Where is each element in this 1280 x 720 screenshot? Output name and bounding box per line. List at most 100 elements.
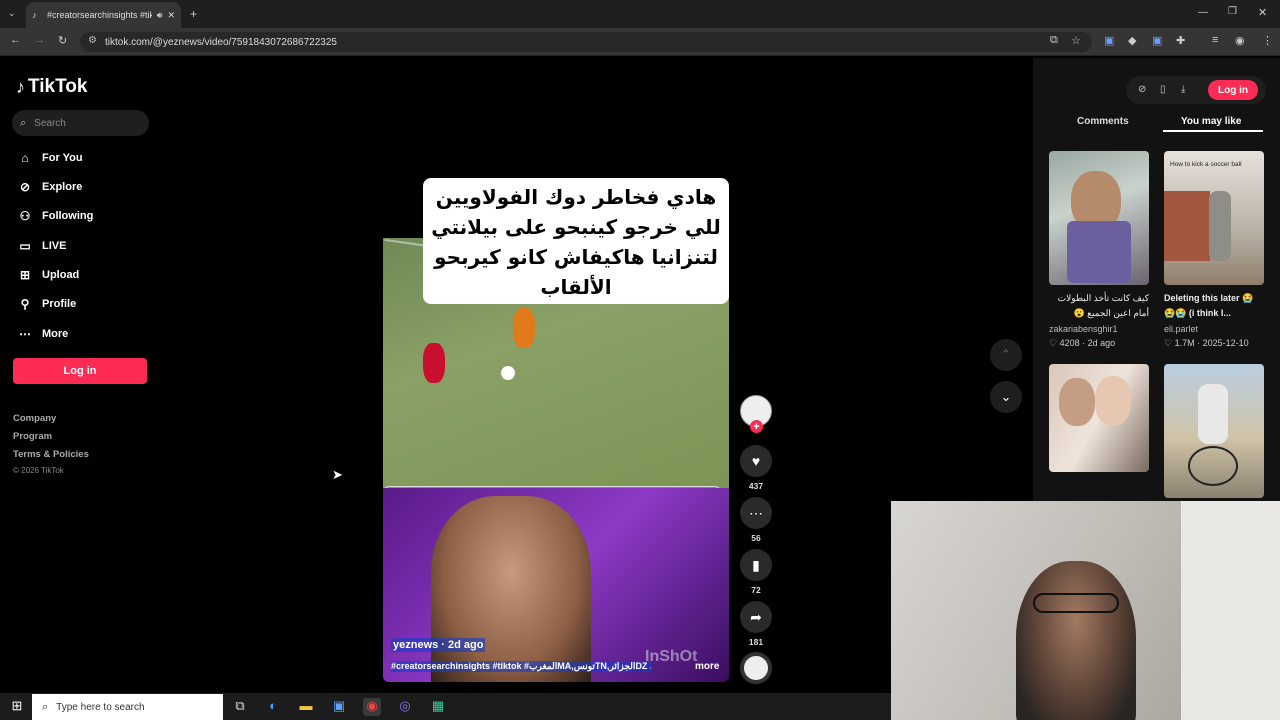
- translate-extension-icon[interactable]: ▣: [1104, 34, 1114, 47]
- site-info-icon[interactable]: ⚙: [88, 35, 97, 46]
- chrome-icon[interactable]: ◉: [363, 698, 381, 716]
- nav-item-live[interactable]: ▭ LIVE: [16, 239, 66, 253]
- soccer-ball: [501, 366, 515, 380]
- player-red: [423, 343, 445, 383]
- video-caption-overlay: هادي فخاطر دوك الفولاويين للي خرجو كينبح…: [423, 178, 729, 304]
- nav-item-upload[interactable]: ⊞ Upload: [16, 268, 79, 282]
- nav-label: Explore: [42, 181, 83, 193]
- comment-icon[interactable]: ⋯: [740, 497, 772, 529]
- install-icon[interactable]: ⧉: [1050, 34, 1058, 47]
- screenshot-extension-icon[interactable]: ▣: [1152, 34, 1162, 47]
- minimize-icon[interactable]: —: [1198, 7, 1208, 18]
- card-date: 2d ago: [1087, 338, 1116, 348]
- scroll-down-icon[interactable]: ⌄: [990, 381, 1022, 413]
- thumbnail-inset: [1067, 221, 1131, 283]
- video-thumbnail[interactable]: [1049, 364, 1149, 472]
- video-thumbnail[interactable]: [1164, 364, 1264, 498]
- download-icon[interactable]: ⤓: [1181, 84, 1185, 95]
- music-disc-icon[interactable]: [740, 652, 772, 684]
- thumbnail-person: [1209, 191, 1231, 261]
- tiktok-favicon-icon: ♪: [32, 10, 37, 20]
- profile-icon: ⚲: [20, 297, 30, 311]
- card-username[interactable]: eli.parlet: [1164, 324, 1198, 334]
- task-view-icon[interactable]: ⧉: [231, 698, 249, 716]
- bookmark-star-icon[interactable]: ☆: [1071, 34, 1081, 47]
- logo-text: TikTok: [28, 76, 88, 97]
- tab-comments[interactable]: Comments: [1077, 116, 1129, 127]
- follow-plus-icon[interactable]: +: [750, 420, 763, 433]
- close-window-icon[interactable]: ✕: [1258, 6, 1267, 19]
- windows-start-icon[interactable]: ⊞: [8, 698, 26, 716]
- close-tab-icon[interactable]: ✕: [167, 10, 175, 21]
- footer-link-program[interactable]: Program: [13, 431, 52, 442]
- file-explorer-icon[interactable]: ▬: [297, 698, 315, 716]
- home-icon: ⌂: [21, 151, 29, 165]
- app-icon[interactable]: ▦: [429, 698, 447, 716]
- thumbnail-brick-wall: [1164, 191, 1210, 261]
- thumbnail-face: [1059, 378, 1095, 426]
- nav-item-following[interactable]: ⚇ Following: [16, 209, 94, 223]
- address-bar[interactable]: ⚙ tiktok.com/@yeznews/video/759184307268…: [80, 32, 1092, 52]
- webcam-headphones: [1033, 593, 1119, 613]
- more-link[interactable]: more: [695, 661, 719, 672]
- video-thumbnail[interactable]: How to kick a soccer ball: [1164, 151, 1264, 285]
- nav-item-more[interactable]: ⋯ More: [16, 327, 68, 341]
- card-meta: ♡ 4208 · 2d ago: [1049, 338, 1115, 349]
- nav-label: LIVE: [42, 240, 67, 252]
- discord-icon[interactable]: ◎: [396, 698, 414, 716]
- reload-icon[interactable]: ↻: [58, 34, 67, 47]
- browser-menu-icon[interactable]: ⋮: [1262, 34, 1273, 47]
- share-arrow-icon[interactable]: ➦: [740, 601, 772, 633]
- nav-item-for-you[interactable]: ⌂ For You: [16, 151, 82, 165]
- card-username[interactable]: zakariabensghir1: [1049, 324, 1118, 334]
- mobile-app-icon[interactable]: ▯: [1160, 84, 1166, 95]
- media-controls-icon[interactable]: ≡: [1212, 34, 1218, 46]
- active-tab-indicator: [1163, 130, 1263, 132]
- footer-link-terms[interactable]: Terms & Policies: [13, 449, 89, 460]
- nav-item-explore[interactable]: ⊘ Explore: [16, 180, 82, 194]
- profile-avatar-icon[interactable]: ◉: [1235, 34, 1245, 47]
- nav-label: More: [42, 328, 69, 340]
- bookmark-icon[interactable]: ▮: [740, 549, 772, 581]
- search-input[interactable]: ⌕ Search: [12, 110, 149, 136]
- footer-link-company[interactable]: Company: [13, 413, 56, 424]
- edge-icon[interactable]: ◐: [264, 698, 282, 716]
- taskbar-search-input[interactable]: ⌕ Type here to search: [32, 694, 223, 720]
- video-thumbnail[interactable]: [1049, 151, 1149, 285]
- video-author[interactable]: yeznews · 2d ago: [391, 638, 486, 652]
- thumbnail-face: [1095, 376, 1131, 426]
- tab-you-may-like[interactable]: You may like: [1181, 116, 1241, 127]
- nav-label: Profile: [42, 298, 77, 310]
- coins-icon[interactable]: ⊘: [1138, 84, 1146, 95]
- forward-icon[interactable]: →: [34, 34, 45, 46]
- comment-count: 56: [751, 533, 761, 543]
- thumbnail-person: [1198, 384, 1228, 444]
- nav-item-profile[interactable]: ⚲ Profile: [16, 297, 77, 311]
- interview-clip: InShOt: [383, 488, 729, 682]
- back-icon[interactable]: ←: [10, 34, 21, 46]
- tab-list-icon[interactable]: ⌄: [8, 8, 16, 19]
- sidebar-login-button[interactable]: Log in: [13, 358, 147, 384]
- speaker-icon[interactable]: 🔊︎: [157, 10, 163, 21]
- new-tab-icon[interactable]: +: [190, 7, 197, 21]
- webcam-overlay: [891, 501, 1280, 720]
- search-icon: ⌕: [20, 116, 27, 129]
- scroll-up-icon[interactable]: ⌃: [990, 339, 1022, 371]
- browser-tab[interactable]: ♪ #creatorsearchinsights #tikt 🔊︎ ✕: [26, 2, 181, 28]
- video-player[interactable]: InShOt هادي فخاطر دوك الفولاويين للي خرج…: [383, 76, 729, 682]
- card-title[interactable]: كيف كانت تأخذ البطولات أمام اعين الجميع …: [1049, 291, 1149, 321]
- like-heart-icon[interactable]: ♥: [740, 445, 772, 477]
- mouse-cursor-icon: ➤: [332, 467, 343, 482]
- nav-label: Upload: [42, 269, 80, 281]
- card-title[interactable]: Deleting this later 😭😭😭 (i think I...: [1164, 291, 1264, 321]
- card-likes: 1.7M: [1174, 338, 1195, 348]
- restore-icon[interactable]: ❐: [1228, 6, 1237, 17]
- url-text: tiktok.com/@yeznews/video/75918430726867…: [105, 36, 337, 48]
- interviewee-face: [431, 496, 591, 682]
- header-login-button[interactable]: Log in: [1208, 80, 1258, 100]
- store-icon[interactable]: ▣: [330, 698, 348, 716]
- video-hashtags[interactable]: #creatorsearchinsights #tiktok #المغربMA…: [391, 661, 651, 672]
- extensions-puzzle-icon[interactable]: ✚: [1176, 34, 1185, 47]
- tiktok-logo[interactable]: ♪ TikTok: [16, 76, 87, 98]
- extension-icon[interactable]: ◆: [1128, 34, 1136, 47]
